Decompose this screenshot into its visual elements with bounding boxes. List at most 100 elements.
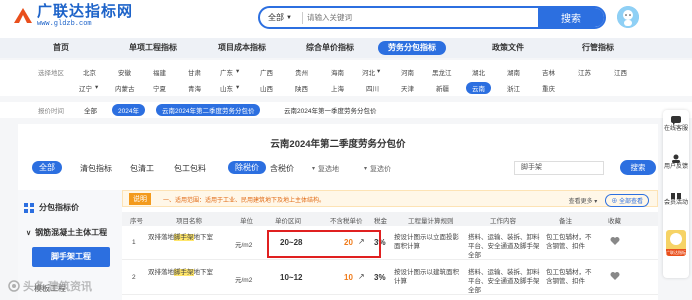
period-chip-active[interactable]: 2024年 [112, 104, 145, 116]
region-item[interactable]: 天津 [401, 83, 414, 93]
region-item[interactable]: 辽宁 [79, 83, 92, 93]
heart-icon[interactable] [610, 271, 620, 283]
page-title: 云南2024年第二季度劳务分包价 [270, 139, 406, 150]
view-all-button[interactable]: ⊕ 全部查看 [605, 194, 649, 207]
region-select[interactable]: ▾ 复选地 [312, 162, 339, 175]
table-row[interactable]: 1 双排落地脚手架地下室 元/m2 20~28 20 ↗ 3% 按设计图示以立面… [122, 226, 658, 260]
search-bar: 全部 ▼ 搜索 [258, 6, 606, 29]
region-filter: 选择地区 北京 安徽 福建 甘肃 广东 ▾ 广西 贵州 海南 河北 ▾ 河南 黑… [0, 60, 692, 96]
region-item[interactable]: 福建 [153, 67, 166, 77]
region-item[interactable]: 陕西 [295, 83, 308, 93]
dropdown-icon: ▾ [312, 166, 316, 172]
region-item[interactable]: 内蒙古 [115, 83, 135, 93]
row-range: 10~12 [280, 273, 303, 282]
tab-baogongbaoliao[interactable]: 包工包料 [174, 163, 206, 174]
feedback-button[interactable]: 用户反馈 [663, 154, 689, 171]
highlight-box [267, 230, 381, 258]
region-item[interactable]: 甘肃 [188, 67, 201, 77]
avatar[interactable] [617, 6, 639, 28]
col-remark: 备注 [559, 218, 572, 225]
nav-home[interactable]: 首页 [53, 42, 69, 53]
sub-search-input[interactable]: 脚手架 [514, 161, 604, 175]
region-item[interactable]: 北京 [83, 67, 96, 77]
qr-badge[interactable]: 广联达指标 [663, 230, 689, 256]
chevron-down-icon: ▾ [236, 68, 240, 75]
tab-qingbao[interactable]: 清包指标 [80, 163, 112, 174]
float-toolbar: 在线客服 用户反馈 会员活动 广联达指标 [663, 110, 689, 278]
sub-search-button[interactable]: 搜索 [620, 160, 656, 175]
region-item[interactable]: 河北 [362, 67, 375, 77]
heart-icon[interactable] [610, 236, 620, 248]
table-row[interactable]: 2 双排落地脚手架地下室 元/m2 10~12 10 ↗ 3% 按设计图示以建筑… [122, 261, 658, 295]
keyword-highlight: 脚手架 [174, 234, 194, 241]
col-name: 项目名称 [176, 218, 202, 225]
row-remark: 包工包辅材，不含钢管、扣件 [546, 269, 592, 285]
col-tax: 税金 [374, 218, 387, 225]
nav-labor-subcontract[interactable]: 劳务分包指标 [378, 41, 446, 55]
sidebar-item-scaffold[interactable]: 脚手架工程 [32, 247, 110, 267]
divider [302, 11, 303, 24]
gift-icon [671, 190, 681, 199]
logo[interactable]: 广联达指标网 www.gldzb.com [12, 4, 133, 28]
region-item[interactable]: 海南 [331, 67, 344, 77]
sidebar-item-main-structure[interactable]: ∨ 钢筋混凝土主体工程 [26, 227, 107, 238]
col-work: 工作内容 [490, 218, 516, 225]
region-item[interactable]: 江西 [614, 67, 627, 77]
region-item[interactable]: 安徽 [118, 67, 131, 77]
search-scope-select[interactable]: 全部 ▼ [260, 12, 298, 23]
tab-baoqinggong[interactable]: 包清工 [130, 163, 154, 174]
period-label: 报价时间 [38, 108, 64, 115]
header: 广联达指标网 www.gldzb.com 全部 ▼ 搜索 [0, 0, 692, 38]
period-chip-active[interactable]: 云南2024年第二季度劳务分包价 [156, 104, 261, 116]
region-item[interactable]: 新疆 [436, 83, 449, 93]
region-item[interactable]: 山东 [220, 83, 233, 93]
mascot-icon: 广联达指标 [666, 230, 686, 256]
region-item[interactable]: 上海 [331, 83, 344, 93]
region-item[interactable]: 江苏 [578, 67, 591, 77]
notice-tag: 说明 [129, 193, 151, 205]
view-more-link[interactable]: 查看更多 ▾ [569, 196, 598, 205]
member-activity-button[interactable]: 会员活动 [663, 190, 689, 207]
nav-project-cost[interactable]: 项目成本指标 [218, 42, 266, 53]
nav-unit-price[interactable]: 综合单价指标 [306, 42, 354, 53]
user-icon [672, 154, 680, 163]
notice-text: 一、适用范围：适用于工业、民用建筑地下及地上主体结构。 [163, 198, 326, 204]
sidebar-head-label: 分包指标价 [39, 203, 79, 212]
online-service-button[interactable]: 在线客服 [663, 116, 689, 133]
row-index: 2 [132, 274, 136, 281]
search-input[interactable] [307, 13, 538, 22]
region-item[interactable]: 广东 [220, 67, 233, 77]
tab-ex-tax[interactable]: 除税价 [228, 161, 266, 174]
region-item[interactable]: 山西 [260, 83, 273, 93]
price-select[interactable]: ▾ 复选价 [364, 162, 391, 175]
region-item[interactable]: 广西 [260, 67, 273, 77]
nav-policy[interactable]: 政策文件 [492, 42, 524, 53]
search-button[interactable]: 搜索 [538, 8, 604, 27]
region-item-active[interactable]: 云南 [466, 82, 491, 94]
region-item[interactable]: 宁夏 [153, 83, 166, 93]
trend-up-icon: ↗ [358, 272, 365, 281]
region-item[interactable]: 浙江 [507, 83, 520, 93]
region-item[interactable]: 重庆 [542, 83, 555, 93]
period-filter: 报价时间 全部 2024年 云南2024年第二季度劳务分包价 云南2024年第一… [0, 102, 692, 118]
region-item[interactable]: 青海 [188, 83, 201, 93]
tab-incl-tax[interactable]: 含税价 [270, 163, 294, 174]
col-unit: 单位 [240, 218, 253, 225]
row-name: 双排落地脚手架地下室 [148, 269, 213, 276]
row-work: 搭料、运输、装拆、卸料平台、安全通道及脚手架全部 [468, 269, 540, 294]
region-item[interactable]: 湖北 [472, 67, 485, 77]
nav-industry[interactable]: 行管指标 [582, 42, 614, 53]
region-label: 选择地区 [38, 70, 64, 77]
region-item[interactable]: 贵州 [295, 67, 308, 77]
region-item[interactable]: 黑龙江 [432, 67, 452, 77]
region-item[interactable]: 四川 [366, 83, 379, 93]
period-chip[interactable]: 云南2024年第一季度劳务分包价 [284, 105, 376, 115]
row-rule: 按设计图示以建筑面积计算 [394, 269, 459, 285]
region-item[interactable]: 吉林 [542, 67, 555, 77]
category-tabs: 全部 清包指标 包清工 包工包料 除税价 含税价 ▾ 复选地 ▾ 复选价 脚手架… [24, 160, 656, 178]
region-item[interactable]: 河南 [401, 67, 414, 77]
tab-all[interactable]: 全部 [32, 161, 62, 174]
period-chip[interactable]: 全部 [84, 105, 97, 115]
nav-single-project[interactable]: 单项工程指标 [129, 42, 177, 53]
region-item[interactable]: 湖南 [507, 67, 520, 77]
